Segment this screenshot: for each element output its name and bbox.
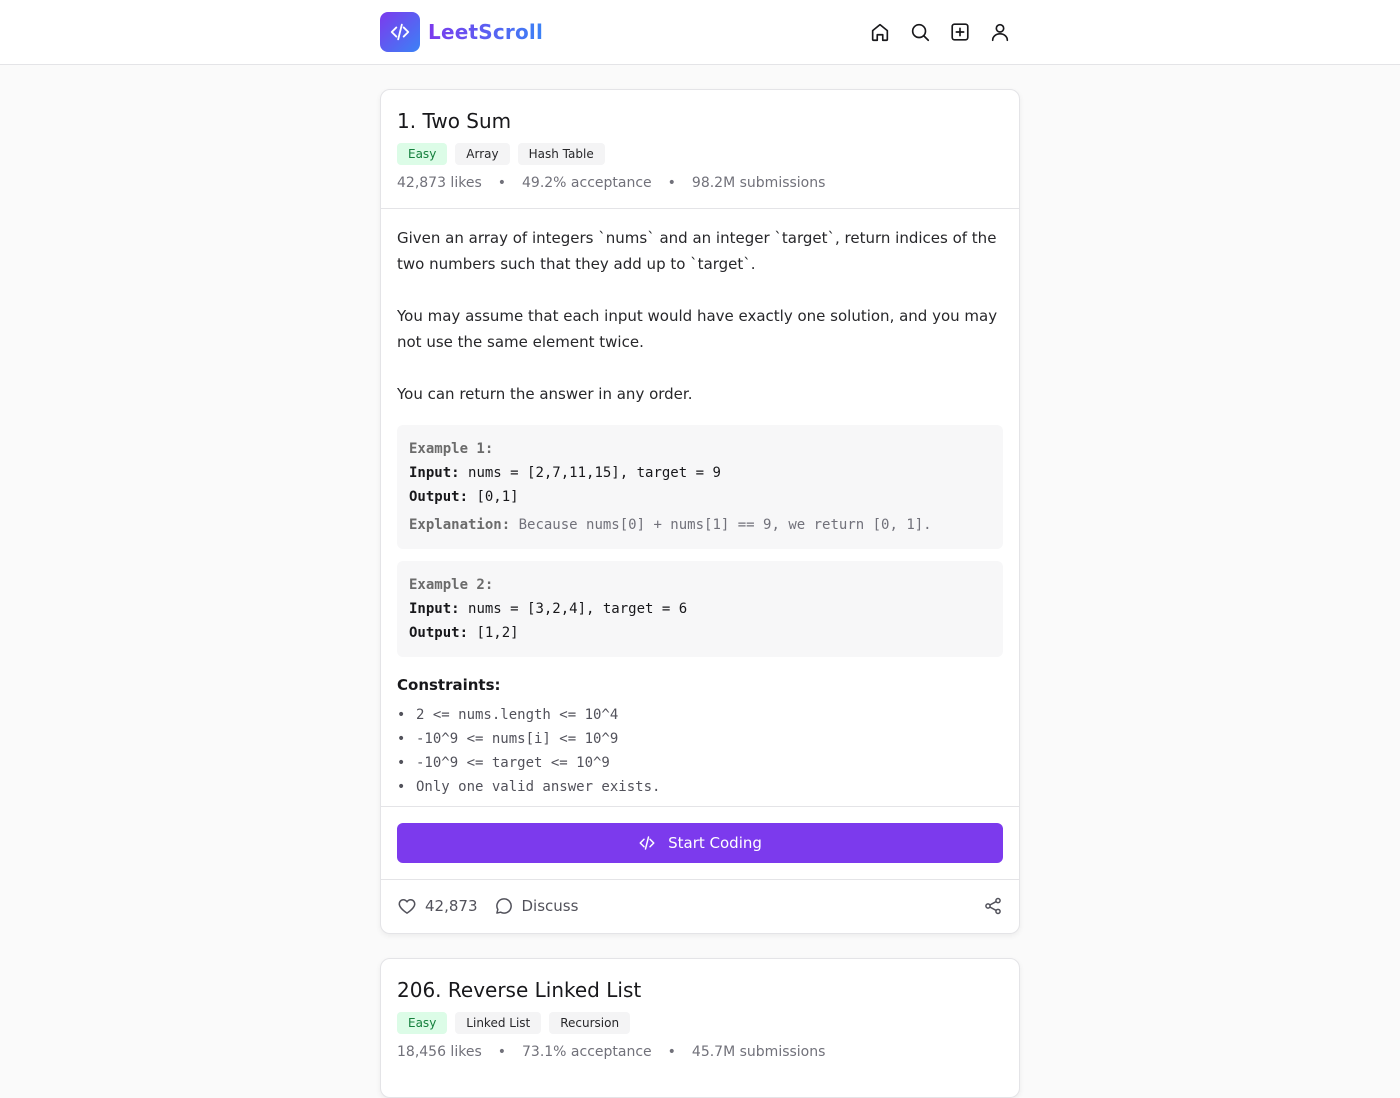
top-nav xyxy=(868,20,1012,44)
input-value: nums = [3,2,4], target = 6 xyxy=(468,601,688,617)
example-title: Example 1: xyxy=(409,441,494,457)
example-output: Output: [1,2] xyxy=(409,621,991,645)
constraint-item: Only one valid answer exists. xyxy=(397,775,1003,799)
likes-stat: 42,873 likes xyxy=(397,175,482,191)
discuss-label: Discuss xyxy=(521,897,579,915)
discuss-button[interactable]: Discuss xyxy=(494,896,579,916)
comment-icon xyxy=(495,898,512,914)
action-area: Start Coding xyxy=(381,807,1019,880)
constraint-item: -10^9 <= nums[i] <= 10^9 xyxy=(397,727,1003,751)
problem-body: Given an array of integers `nums` and an… xyxy=(381,209,1019,807)
example-title: Example 2: xyxy=(409,577,494,593)
top-bar-inner: LeetScroll xyxy=(380,0,1020,64)
home-icon[interactable] xyxy=(868,20,892,44)
brand[interactable]: LeetScroll xyxy=(380,12,543,52)
separator-dot: • xyxy=(497,175,506,191)
separator-dot: • xyxy=(667,175,676,191)
likes-stat: 18,456 likes xyxy=(397,1044,482,1060)
problem-header: 206. Reverse Linked List Easy Linked Lis… xyxy=(381,959,1019,1078)
constraints-title: Constraints: xyxy=(397,676,501,694)
constraint-item: -10^9 <= target <= 10^9 xyxy=(397,751,1003,775)
top-bar: LeetScroll xyxy=(0,0,1400,65)
submissions-stat: 45.7M submissions xyxy=(691,1044,826,1060)
footer-actions: 42,873 Discuss xyxy=(397,896,578,916)
example-block: Example 1: Input: nums = [2,7,11,15], ta… xyxy=(397,425,1003,549)
user-icon[interactable] xyxy=(988,20,1012,44)
plus-square-icon[interactable] xyxy=(948,20,972,44)
description-paragraph: You may assume that each input would hav… xyxy=(397,307,998,351)
output-label: Output: xyxy=(409,625,469,641)
separator-dot: • xyxy=(667,1044,676,1060)
problem-header: 1. Two Sum Easy Array Hash Table 42,873 … xyxy=(381,90,1019,209)
submissions-stat: 98.2M submissions xyxy=(691,175,826,191)
explanation-label: Explanation: xyxy=(409,517,511,533)
example-input: Input: nums = [3,2,4], target = 6 xyxy=(409,597,991,621)
start-coding-button[interactable]: Start Coding xyxy=(397,823,1003,863)
acceptance-stat: 49.2% acceptance xyxy=(522,175,652,191)
description-paragraph: You can return the answer in any order. xyxy=(397,385,693,403)
description-paragraph: Given an array of integers `nums` and an… xyxy=(397,229,997,273)
share-button[interactable] xyxy=(983,896,1003,916)
problem-title[interactable]: 1. Two Sum xyxy=(397,106,1003,136)
search-icon[interactable] xyxy=(908,20,932,44)
problem-card: 206. Reverse Linked List Easy Linked Lis… xyxy=(380,958,1020,1098)
heart-icon xyxy=(398,899,416,914)
difficulty-badge: Easy xyxy=(397,1012,448,1034)
like-button[interactable]: 42,873 xyxy=(397,896,478,916)
separator-dot: • xyxy=(497,1044,506,1060)
code-logo-icon xyxy=(380,12,420,52)
input-value: nums = [2,7,11,15], target = 9 xyxy=(468,465,721,481)
code-icon xyxy=(639,836,655,850)
card-footer: 42,873 Discuss xyxy=(381,880,1019,932)
tag-list: Easy Linked List Recursion xyxy=(397,1012,1003,1034)
input-label: Input: xyxy=(409,601,460,617)
tag-list: Easy Array Hash Table xyxy=(397,143,1003,165)
brand-name: LeetScroll xyxy=(428,20,544,44)
start-coding-label: Start Coding xyxy=(668,834,762,852)
acceptance-stat: 73.1% acceptance xyxy=(522,1044,652,1060)
topic-tag[interactable]: Recursion xyxy=(549,1012,631,1034)
example-input: Input: nums = [2,7,11,15], target = 9 xyxy=(409,461,991,485)
constraint-item: 2 <= nums.length <= 10^4 xyxy=(397,703,1003,727)
like-count: 42,873 xyxy=(425,897,478,915)
topic-tag[interactable]: Array xyxy=(455,143,510,165)
topic-tag[interactable]: Hash Table xyxy=(517,143,605,165)
example-block: Example 2: Input: nums = [3,2,4], target… xyxy=(397,561,1003,657)
explanation-value: Because nums[0] + nums[1] == 9, we retur… xyxy=(518,517,932,533)
example-explanation: Explanation: Because nums[0] + nums[1] =… xyxy=(409,513,991,537)
constraints-list: 2 <= nums.length <= 10^4 -10^9 <= nums[i… xyxy=(397,703,1003,799)
topic-tag[interactable]: Linked List xyxy=(455,1012,542,1034)
share-icon xyxy=(985,897,1001,915)
problem-card: 1. Two Sum Easy Array Hash Table 42,873 … xyxy=(380,89,1020,934)
problem-stats: 18,456 likes • 73.1% acceptance • 45.7M … xyxy=(397,1042,1003,1062)
problem-stats: 42,873 likes • 49.2% acceptance • 98.2M … xyxy=(397,173,1003,193)
output-label: Output: xyxy=(409,489,469,505)
output-value: [0,1] xyxy=(476,489,519,505)
difficulty-badge: Easy xyxy=(397,143,448,165)
problem-title[interactable]: 206. Reverse Linked List xyxy=(397,975,1003,1005)
output-value: [1,2] xyxy=(476,625,519,641)
example-output: Output: [0,1] xyxy=(409,485,991,509)
input-label: Input: xyxy=(409,465,460,481)
